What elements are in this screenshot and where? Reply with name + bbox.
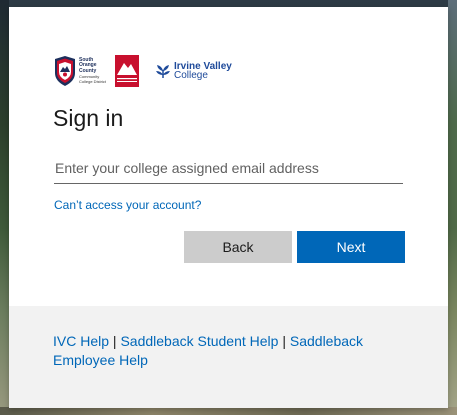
banner-logos: South Orange County Community College Di… — [54, 51, 232, 91]
socccd-logo: South Orange County Community College Di… — [54, 56, 109, 86]
footer-links: IVC Help | Saddleback Student Help | Sad… — [53, 332, 423, 370]
saddleback-mountain-icon — [115, 55, 139, 87]
footer-separator: | — [282, 333, 290, 349]
ivc-leaf-icon — [156, 65, 170, 78]
background-left — [0, 0, 9, 415]
background-bottom — [0, 407, 457, 415]
saddleback-student-help-link[interactable]: Saddleback Student Help — [120, 333, 278, 349]
ivc-line2: College — [174, 70, 208, 81]
page-title: Sign in — [53, 105, 124, 131]
footer: IVC Help | Saddleback Student Help | Sad… — [9, 306, 448, 408]
ivc-logo: Irvine Valley College — [155, 62, 232, 81]
cant-access-account-link[interactable]: Can’t access your account? — [54, 198, 201, 212]
background-right — [448, 0, 457, 415]
socccd-sub2: College District — [79, 78, 106, 84]
next-button[interactable]: Next — [297, 231, 405, 263]
socccd-shield-icon — [55, 56, 75, 86]
ivc-wordmark: Irvine Valley College — [174, 62, 232, 81]
ivc-help-link[interactable]: IVC Help — [53, 333, 109, 349]
email-input[interactable] — [54, 153, 403, 184]
back-button[interactable]: Back — [184, 231, 292, 263]
saddleback-logo — [115, 55, 139, 87]
socccd-wordmark: South Orange County Community College Di… — [79, 57, 109, 85]
sign-in-card: South Orange County Community College Di… — [9, 7, 448, 408]
